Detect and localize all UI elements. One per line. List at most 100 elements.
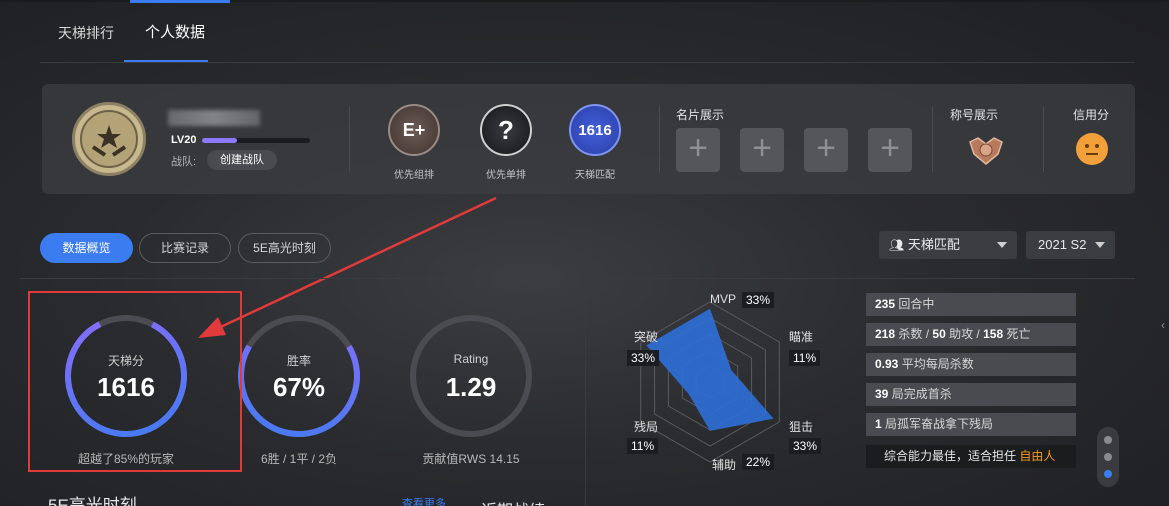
credit-label: 信用分	[1073, 108, 1110, 122]
badge-priority-solo[interactable]: ? 优先单排	[478, 104, 534, 181]
player-name-blurred	[168, 110, 260, 126]
radar-data-area	[646, 308, 774, 431]
radar-axis-value: 33%	[627, 350, 660, 366]
recent-section-title: 近期战绩	[481, 497, 545, 506]
ring-label: 胜率	[286, 354, 311, 368]
stats-vertical-divider	[585, 280, 586, 506]
tabs-divider	[40, 62, 1135, 63]
card-slot-add-button[interactable]: +	[868, 128, 912, 172]
deaths-label: 死亡	[1006, 327, 1031, 341]
page-dot-active[interactable]	[1104, 470, 1112, 478]
main-tabs: 天梯排行 个人数据	[58, 22, 236, 62]
radar-axis-value: 33%	[742, 292, 775, 308]
red-highlight-box	[28, 291, 242, 472]
cards-title: 名片展示	[676, 108, 725, 122]
see-more-link[interactable]: 查看更多	[402, 495, 446, 506]
kills-number: 218	[875, 327, 896, 341]
radar-axis-label: 突破	[634, 330, 659, 344]
panel-divider	[659, 106, 660, 172]
win-rate-ring: 胜率 67%	[235, 312, 363, 440]
tab-ladder-ranking[interactable]: 天梯排行	[58, 22, 114, 62]
profile-panel: LV20 战队: 创建战队 E+ 优先组排 ? 优先单排 1616 天梯匹配 名…	[42, 84, 1135, 194]
rounds-number: 235	[875, 297, 896, 311]
clutch-number: 1	[875, 417, 882, 431]
level-label: LV20	[171, 134, 197, 146]
first-kills-number: 39	[875, 387, 889, 401]
badge-caption: 天梯匹配	[575, 170, 615, 181]
avg-kills-number: 0.93	[875, 357, 899, 371]
top-accent-line	[130, 0, 230, 3]
question-mark-icon: ?	[480, 104, 532, 156]
ring-subtext: 6胜 / 1平 / 2负	[260, 452, 338, 466]
avatar[interactable]	[72, 102, 146, 176]
radar-axis-label: MVP	[710, 292, 737, 306]
subtab-data-overview[interactable]: 数据概览	[40, 233, 133, 263]
radar-axis-value: 11%	[789, 350, 821, 366]
chevron-left-icon[interactable]: ‹	[1161, 318, 1165, 332]
kills-label: 杀数 /	[898, 327, 930, 341]
card-slot-add-button[interactable]: +	[804, 128, 848, 172]
page-indicator	[1097, 427, 1119, 487]
best-role-text: 综合能力最佳，适合担任	[884, 449, 1017, 463]
chevron-down-icon	[1095, 242, 1105, 248]
assists-number: 50	[932, 327, 946, 341]
summary-best-role: 综合能力最佳，适合担任 自由人	[866, 445, 1076, 468]
title-badge-icon[interactable]	[966, 132, 1006, 168]
panel-divider	[349, 106, 350, 172]
chevron-down-icon	[997, 242, 1007, 248]
panel-divider	[932, 106, 933, 172]
card-slot-add-button[interactable]: +	[676, 128, 720, 172]
ring-label: Rating	[453, 352, 489, 366]
subtab-match-history[interactable]: 比赛记录	[139, 233, 231, 263]
badge-caption: 优先组排	[394, 170, 434, 181]
clutch-label: 局孤军奋战拿下残局	[885, 417, 994, 431]
rounds-label: 回合中	[898, 297, 935, 311]
ladder-score-icon: 1616	[569, 104, 621, 156]
radar-axis-label: 残局	[634, 420, 659, 434]
summary-clutch: 1 局孤军奋战拿下残局	[866, 413, 1076, 436]
mode-select[interactable]: 👥︎ 天梯匹配	[879, 231, 1017, 259]
radar-axis-label: 辅助	[712, 458, 737, 472]
level-progress-bar	[202, 138, 310, 143]
title-display-label: 称号展示	[950, 108, 999, 122]
badge-caption: 优先单排	[486, 170, 526, 181]
create-team-button[interactable]: 创建战队	[207, 150, 277, 170]
badge-ladder-match[interactable]: 1616 天梯匹配	[567, 104, 623, 181]
people-icon: 👥︎	[889, 238, 905, 252]
radar-axis-value: 33%	[789, 438, 822, 454]
radar-axis-value: 22%	[742, 454, 775, 470]
season-select-value: 2021 S2	[1038, 237, 1087, 252]
highlights-section-title: 5E高光时刻	[48, 496, 137, 506]
summary-first-kills: 39 局完成首杀	[866, 383, 1076, 406]
summary-avg-kills: 0.93 平均每局杀数	[866, 353, 1076, 376]
best-role-value: 自由人	[1019, 449, 1056, 463]
stats-divider	[20, 278, 1135, 279]
radar-axis-label: 瞄准	[789, 330, 814, 344]
neutral-face-icon[interactable]	[1076, 133, 1108, 165]
radar-axis-value: 11%	[627, 438, 659, 454]
tab-personal-data[interactable]: 个人数据	[145, 22, 205, 62]
panel-divider	[1043, 106, 1044, 172]
avg-kills-label: 平均每局杀数	[901, 357, 974, 371]
ring-value: 67%	[272, 372, 326, 402]
rating-ring: Rating 1.29	[407, 312, 535, 440]
card-slot-add-button[interactable]: +	[740, 128, 784, 172]
assists-label: 助攻 /	[949, 327, 980, 341]
subtab-highlights[interactable]: 5E高光时刻	[238, 233, 331, 263]
page-dot[interactable]	[1104, 436, 1112, 444]
rank-emblem-icon	[80, 110, 138, 168]
season-select[interactable]: 2021 S2	[1026, 231, 1115, 259]
page-dot[interactable]	[1104, 453, 1112, 461]
level-progress-fill	[202, 138, 237, 143]
radar-axis-label: 狙击	[789, 420, 814, 434]
mode-select-value: 天梯匹配	[907, 237, 960, 252]
first-kills-label: 局完成首杀	[891, 387, 952, 401]
badge-priority-group[interactable]: E+ 优先组排	[386, 104, 442, 181]
summary-kda: 218 杀数 / 50 助攻 / 158 死亡	[866, 323, 1076, 346]
ring-subtext: 贡献值RWS 14.15	[422, 452, 520, 466]
summary-rounds: 235 回合中	[866, 293, 1076, 316]
elo-e-plus-icon: E+	[388, 104, 440, 156]
team-label: 战队:	[171, 156, 197, 168]
deaths-number: 158	[983, 327, 1004, 341]
ring-value: 1.29	[445, 372, 497, 402]
